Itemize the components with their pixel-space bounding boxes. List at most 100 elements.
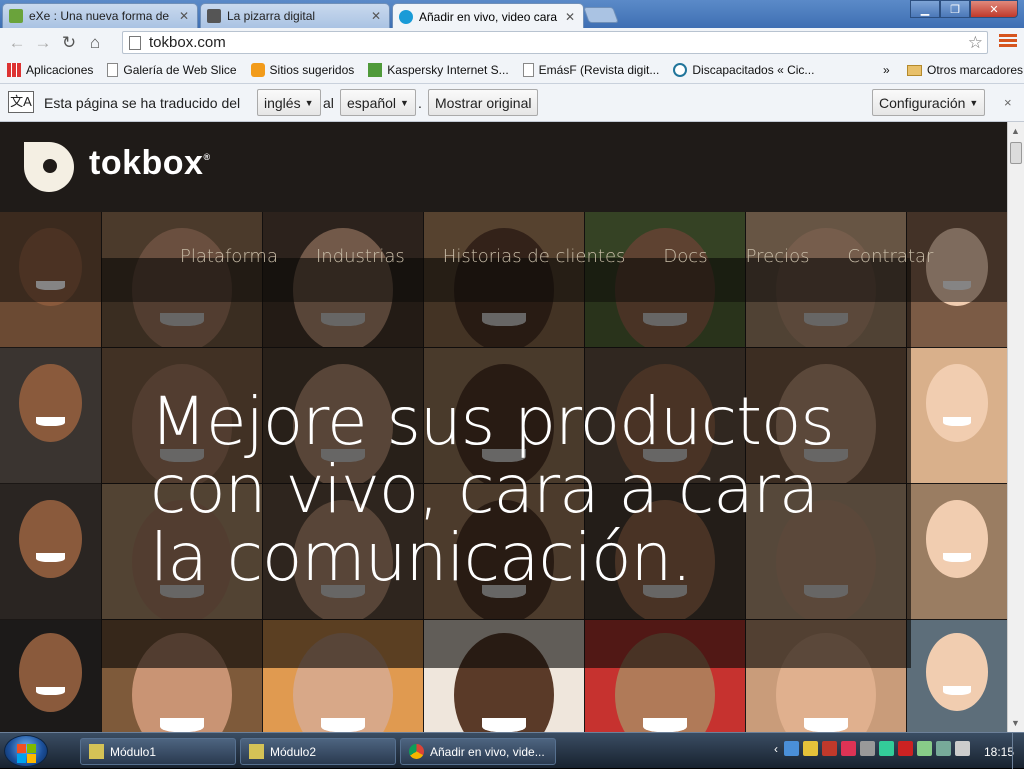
kaspersky-icon [368,63,383,77]
more-bookmarks-button[interactable]: » [876,63,897,77]
exe-favicon-icon [9,9,23,23]
bookmark-discapacitados[interactable]: Discapacitados « Cic... [666,63,821,77]
hero-line: con vivo, cara a cara [150,451,819,528]
smile-shape [943,552,971,562]
display-icon[interactable] [936,741,951,756]
nav-industrias[interactable]: Industrias [316,246,405,267]
system-tray: ‹ [774,741,974,756]
source-language-select[interactable]: inglés ▼ [257,89,321,116]
exe-app-icon [89,744,104,759]
browser-toolbar: ← → ↻ ⌂ tokbox.com ☆ [0,28,1024,57]
maximize-button[interactable]: ❐ [940,0,970,18]
close-tab-icon[interactable]: ✕ [369,9,383,23]
translate-message: Esta página se ha traducido del [44,95,241,111]
smile-shape [481,717,527,732]
hero-line: la comunicación. [150,519,692,596]
tab-tokbox[interactable]: Añadir en vivo, video cara ✕ [392,3,584,29]
tab-exe[interactable]: eXe : Una nueva forma de ✕ [2,3,198,28]
new-tab-button[interactable] [583,7,619,23]
bookmark-web-slice[interactable]: Galería de Web Slice [100,63,243,77]
close-tab-icon[interactable]: ✕ [563,10,577,24]
tokbox-favicon-icon [399,9,413,24]
windows-logo-part [17,754,26,763]
task-label: Módulo2 [270,744,317,759]
task-label: Módulo1 [110,744,157,759]
translate-icon: 文A [8,91,34,113]
face-shape [926,633,988,711]
portrait-photo [907,620,1007,732]
nav-docs[interactable]: Docs [663,246,707,267]
translate-settings-select[interactable]: Configuración ▼ [872,89,986,116]
face-shape [926,364,988,442]
folder-icon [907,64,922,76]
chrome-menu-icon[interactable] [999,34,1017,50]
chrome-icon [409,744,424,759]
bluetooth-icon[interactable] [860,741,875,756]
kaspersky-tray-icon[interactable] [898,741,913,756]
pizarra-favicon-icon [207,9,221,23]
bookmark-label: Otros marcadores [927,63,1024,77]
start-button[interactable] [4,735,48,767]
registered-mark: ® [203,152,211,162]
network-icon[interactable] [784,741,799,756]
close-tab-icon[interactable]: ✕ [177,9,191,23]
other-bookmarks[interactable]: Otros marcadores [900,63,1024,77]
face-shape [926,500,988,578]
scroll-thumb[interactable] [1010,142,1022,164]
clock[interactable]: 18:15 [984,745,1014,759]
smile-shape [36,553,65,563]
tab-title: eXe : Una nueva forma de [29,9,170,23]
wifi-icon[interactable] [879,741,894,756]
address-bar[interactable]: tokbox.com ☆ [122,31,988,54]
source-language-value: inglés [264,94,301,111]
volume-icon[interactable] [955,741,970,756]
drive-icon[interactable] [803,741,818,756]
chevron-down-icon: ▼ [969,97,979,108]
tab-pizarra[interactable]: La pizarra digital ✕ [200,3,390,28]
smile-shape [36,417,65,427]
bookmark-kaspersky[interactable]: Kaspersky Internet S... [361,63,515,77]
task-label: Añadir en vivo, vide... [430,744,545,759]
target-language-value: español [347,94,397,111]
close-window-button[interactable]: ✕ [970,0,1018,18]
acrobat-icon[interactable] [822,741,837,756]
close-icon[interactable]: × [1004,95,1012,110]
translate-dot: . [418,95,422,111]
back-arrow-icon[interactable]: ← [4,30,30,56]
face-shape [19,364,82,443]
forward-arrow-icon[interactable]: → [30,30,56,56]
tokbox-logo-icon[interactable] [24,142,74,192]
nav-precios[interactable]: Precios [746,246,810,267]
bookmark-star-icon[interactable]: ☆ [968,33,983,53]
show-desktop-button[interactable] [1012,733,1024,769]
tab-title: La pizarra digital [227,9,316,23]
vertical-scrollbar[interactable]: ▲ ▼ [1007,122,1024,732]
reload-icon[interactable]: ↻ [56,30,82,56]
nav-contratar[interactable]: Contratar [847,246,933,267]
chevron-down-icon: ▼ [304,97,314,108]
taskbar-item-chrome[interactable]: Añadir en vivo, vide... [400,738,556,765]
nav-historias[interactable]: Historias de clientes [443,246,626,267]
taskbar-item-modulo1[interactable]: Módulo1 [80,738,236,765]
bookmark-label: Discapacitados « Cic... [692,63,815,77]
nav-plataforma[interactable]: Plataforma [180,246,278,267]
bookmark-apps[interactable]: Aplicaciones [0,63,100,77]
minimize-button[interactable]: ▁ [910,0,940,18]
battery-icon[interactable] [917,741,932,756]
target-language-select[interactable]: español ▼ [340,89,416,116]
bookmark-emasf[interactable]: EmásF (Revista digit... [516,63,667,77]
scroll-up-icon[interactable]: ▲ [1011,126,1020,136]
portrait-photo [907,348,1007,483]
show-original-button[interactable]: Mostrar original [428,89,539,116]
tray-expand-icon[interactable]: ‹ [774,742,778,756]
home-icon[interactable]: ⌂ [82,30,108,56]
portrait-photo [0,620,101,732]
bookmark-sitios[interactable]: Sitios sugeridos [244,63,362,77]
tokbox-logo[interactable]: tokbox® [89,144,211,183]
taskbar-item-modulo2[interactable]: Módulo2 [240,738,396,765]
site-header: tokbox® [0,122,1007,212]
face-shape [19,500,82,579]
scroll-down-icon[interactable]: ▼ [1011,718,1020,728]
page-icon [522,63,534,77]
security-icon[interactable] [841,741,856,756]
